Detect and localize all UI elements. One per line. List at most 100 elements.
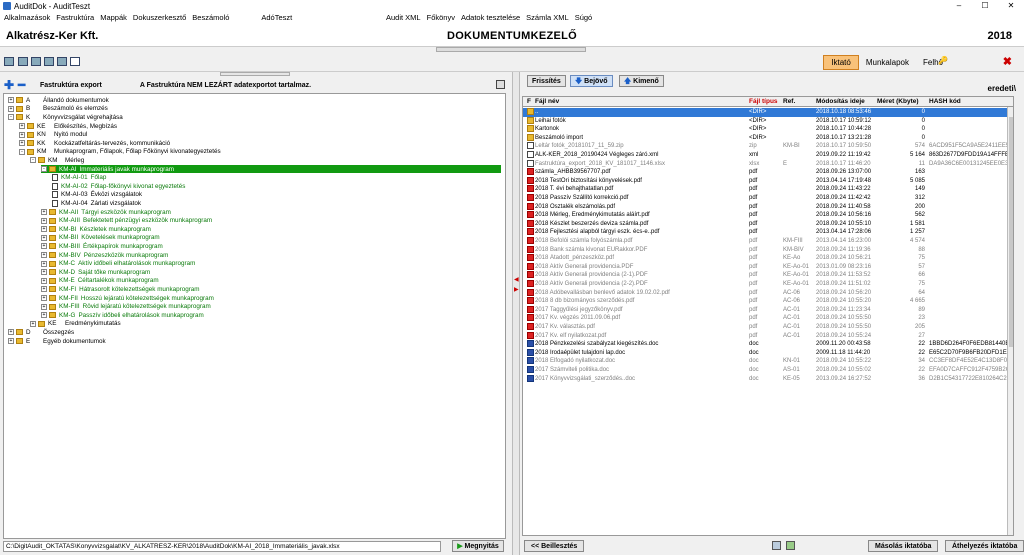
- tree-node[interactable]: - KM-AI Immateriális javak munkaprogram: [41, 164, 501, 174]
- tree-node[interactable]: + KE Előkészítés, Megbízás: [19, 122, 117, 131]
- expand-toggle-icon[interactable]: +: [8, 329, 14, 336]
- expand-toggle-icon[interactable]: +: [30, 320, 36, 327]
- tree-node[interactable]: - KM Mérleg: [30, 156, 84, 165]
- mail-icon[interactable]: [70, 57, 80, 66]
- table-row[interactable]: 2017 Kv. választás.pdf pdf AC-01 2018.09.24…: [523, 323, 1013, 332]
- table-row[interactable]: 2018 Befolói számla folyószámla.pdf pdf KM…: [523, 237, 1013, 246]
- tree-node[interactable]: + KM-BI Készletek munkaprogram: [41, 225, 151, 234]
- expand-toggle-icon[interactable]: +: [8, 105, 14, 112]
- key-icon[interactable]: 🔑: [938, 56, 948, 65]
- list-icon[interactable]: [18, 57, 28, 66]
- menu-item-right-4[interactable]: Súgó: [575, 13, 593, 22]
- column-header[interactable]: Méret (Kbyte): [877, 98, 919, 105]
- table-row[interactable]: 2018 Bank számla kivonat EURakkor.PDF pdf…: [523, 245, 1013, 255]
- paste-button[interactable]: << Beillesztés: [524, 540, 585, 552]
- menu-item-right-2[interactable]: Adatok tesztelése: [461, 13, 520, 22]
- table-row[interactable]: 2018 Osztalék elszámolás.pdf pdf 2018.09.2…: [523, 202, 1013, 212]
- expand-toggle-icon[interactable]: +: [19, 140, 25, 147]
- table-row[interactable]: 2017 Kv. végzés 2011.09.06.pdf pdf AC-01 20…: [523, 314, 1013, 323]
- tree-node[interactable]: KM-AI-01 Főlap: [52, 173, 106, 182]
- document-icon[interactable]: [44, 57, 54, 66]
- expand-toggle-icon[interactable]: +: [41, 295, 47, 302]
- tree-node[interactable]: + KM-FI Hátrasorolt kötelezettségek munkap…: [41, 285, 200, 294]
- menu-item-3[interactable]: Dokuszerkesztő: [133, 13, 186, 22]
- table-row[interactable]: Beszámoló import <DIR> 2018.10.17 13:21:28…: [523, 133, 1013, 143]
- table-row[interactable]: 2017 Számviteli politika.doc doc AS-01 2018…: [523, 366, 1013, 375]
- tree-node[interactable]: - K Könyvvizsgálat végrehajtása: [8, 113, 123, 122]
- column-header[interactable]: F: [527, 98, 531, 105]
- tree-node[interactable]: + KM-FII Hosszú lejáratú kötelezettségek m…: [41, 294, 214, 303]
- table-row[interactable]: .. <DIR> 2018.10.18 08:53:46 0: [523, 108, 1013, 117]
- export-icon[interactable]: [31, 57, 41, 66]
- menu-item-right-0[interactable]: Audit XML: [386, 13, 421, 22]
- arrow-right-icon[interactable]: ▶: [514, 286, 519, 293]
- close-button[interactable]: ✕: [998, 0, 1024, 12]
- maximize-button[interactable]: ☐: [972, 0, 998, 12]
- tree-node[interactable]: + KM-AIII Befektetett pénzügyi eszközök mu…: [41, 216, 212, 225]
- expand-toggle-icon[interactable]: +: [8, 338, 14, 345]
- menu-item-2[interactable]: Mappák: [100, 13, 127, 22]
- table-row[interactable]: Leltár fotók_20181017_11_59.zip zip KM-BI 2…: [523, 142, 1013, 151]
- tree-node[interactable]: KM-AI-04 Zárlati vizsgálatok: [52, 199, 141, 208]
- left-splitter[interactable]: [220, 72, 290, 76]
- tab-0[interactable]: Iktató: [823, 55, 859, 70]
- tree-node[interactable]: + KM-BIV Pénzeszközök munkaprogram: [41, 251, 168, 260]
- table-row[interactable]: 2018 Mérleg, Eredménykimutatás aláírt.pd…: [523, 211, 1013, 220]
- table-row[interactable]: 2018 Fejlesztési alapból tárgyi eszk. éc…: [523, 228, 1013, 237]
- tree-node[interactable]: + KE Eredménykimutatás: [30, 320, 121, 329]
- expand-toggle-icon[interactable]: +: [41, 277, 47, 284]
- table-row[interactable]: Leihai fotók <DIR> 2018.10.17 10:59:12 0: [523, 116, 1013, 126]
- table-row[interactable]: 2018 Aktív Generali providencia (2-1).PD…: [523, 271, 1013, 280]
- tree-node[interactable]: - KM Munkaprogram, Főlapok, Főlap Főkönyvi…: [19, 148, 221, 157]
- expand-toggle-icon[interactable]: +: [41, 286, 47, 293]
- tree-node[interactable]: + KM-D Saját tőke munkaprogram: [41, 268, 150, 277]
- tree-node[interactable]: KM-AI-02 Főlap-főkönyvi kivonat egyezteté…: [52, 182, 185, 191]
- file-path-field[interactable]: C:\DigitAudit_OKTATAS\Konyvvizsgalat\KV_…: [3, 541, 441, 552]
- column-header[interactable]: Ref.: [783, 98, 795, 105]
- column-header[interactable]: HASH kód: [929, 98, 961, 105]
- table-row[interactable]: 2018 Passzív Szállító korrekció.pdf pdf 20…: [523, 194, 1013, 203]
- table-row[interactable]: 2017 Könyvvizsgálati_szerződés..doc doc KE…: [523, 374, 1013, 384]
- attach-icon[interactable]: [772, 541, 781, 550]
- scroll-thumb[interactable]: [1009, 117, 1013, 347]
- expand-toggle-icon[interactable]: +: [19, 123, 25, 130]
- arrow-left-icon[interactable]: ◀: [514, 276, 519, 283]
- table-row[interactable]: 2018 Aktív Generali providencia (2-2).PD…: [523, 280, 1013, 289]
- tree-export-icon[interactable]: [786, 541, 795, 550]
- expand-toggle-icon[interactable]: +: [41, 226, 47, 233]
- table-row[interactable]: 2018 Aktív Generali providencia.PDF pdf KE…: [523, 262, 1013, 272]
- copy-icon[interactable]: [496, 80, 505, 89]
- expand-toggle-icon[interactable]: +: [8, 97, 14, 104]
- tree-node[interactable]: + KM-FIII Rövid lejáratú kötelezettségek m…: [41, 302, 211, 311]
- expand-toggle-icon[interactable]: +: [41, 303, 47, 310]
- panel-divider[interactable]: ◀ ▶: [512, 72, 520, 555]
- expand-toggle-icon[interactable]: +: [41, 243, 47, 250]
- table-row[interactable]: 2018 T. évi behajthatatlan.pdf pdf 2018.09…: [523, 185, 1013, 194]
- tree-node[interactable]: + KM-AII Tárgyi eszközök munkaprogram: [41, 208, 171, 217]
- table-row[interactable]: Fastruktúra_export_2018_KV_181017_1146.x…: [523, 159, 1013, 169]
- expand-toggle-icon[interactable]: +: [41, 312, 47, 319]
- table-row[interactable]: 2017 Taggyűlési jegyzőkönyv.pdf pdf AC-01 2…: [523, 305, 1013, 315]
- tree-node[interactable]: KM-AI-03 Évközi vizsgálatok: [52, 191, 142, 200]
- collapse-all-icon[interactable]: ━: [18, 78, 28, 92]
- open-button[interactable]: ▶ Megnyitás: [452, 540, 504, 552]
- menu-item-4[interactable]: Beszámoló: [192, 13, 229, 22]
- menu-item-0[interactable]: Alkalmazások: [4, 13, 50, 22]
- tree-node[interactable]: + KK Kockázatfeltárás-tervezés, kommunikác…: [19, 139, 170, 148]
- move-to-register-button[interactable]: Áthelyezés iktatóba: [945, 540, 1024, 552]
- expand-toggle-icon[interactable]: -: [19, 148, 25, 155]
- tree-node[interactable]: + D Összegzés: [8, 328, 74, 337]
- menu-item-1[interactable]: Fastruktúra: [56, 13, 94, 22]
- expand-toggle-icon[interactable]: +: [19, 131, 25, 138]
- incoming-button[interactable]: 🡇 Bejövő: [570, 75, 613, 87]
- tree-node[interactable]: + KN Nyitó modul: [19, 130, 87, 139]
- tree-node[interactable]: + A Állandó dokumentumok: [8, 96, 109, 105]
- column-header[interactable]: Fájl típus: [749, 98, 778, 105]
- close-panel-icon[interactable]: ✖: [1003, 55, 1012, 68]
- menu-item-right-3[interactable]: Számla XML: [526, 13, 569, 22]
- tree-icon[interactable]: [4, 57, 14, 66]
- tree-node[interactable]: + KM-C Aktív időbeli elhatárolások munkapr…: [41, 259, 195, 268]
- column-header[interactable]: Módosítás ideje: [816, 98, 865, 105]
- tab-1[interactable]: Munkalapok: [859, 56, 916, 69]
- table-row[interactable]: 2018 Irodaépület tulajdoni lap.doc doc 200…: [523, 348, 1013, 358]
